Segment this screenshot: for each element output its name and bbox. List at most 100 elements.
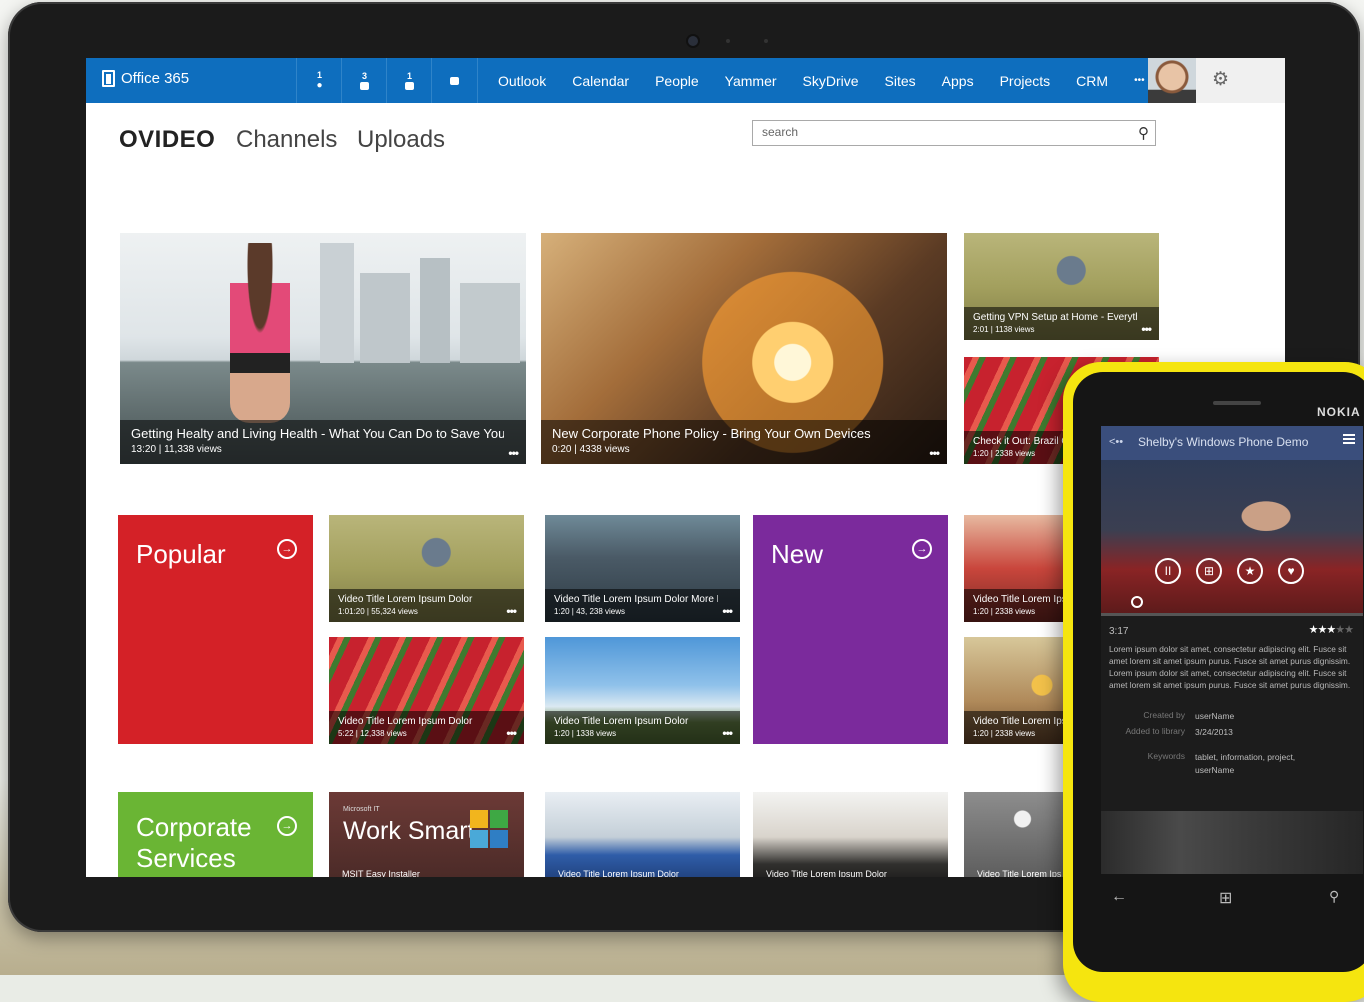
video-tile[interactable]: Microsoft IT Work Smart MSIT Easy Instal… xyxy=(329,792,524,877)
video-title: Video Title Lorem Ipsum Dolor More Long.… xyxy=(554,594,718,605)
mail-icon xyxy=(450,76,459,85)
video-title: New Corporate Phone Policy - Bring Your … xyxy=(552,426,871,441)
video-caption: Getting Healty and Living Health - What … xyxy=(120,420,526,464)
worksmart-title: Work Smart xyxy=(343,817,475,845)
chat-icon xyxy=(405,81,414,90)
video-title: MSIT Easy Installer xyxy=(342,869,420,877)
video-caption: New Corporate Phone Policy - Bring Your … xyxy=(541,420,947,464)
nav-skydrive[interactable]: SkyDrive xyxy=(803,73,859,89)
more-icon[interactable]: ••• xyxy=(506,604,517,618)
suite-bar: Office 365 1 ● 3 1 Outlook Calendar Peop… xyxy=(86,58,1285,103)
user-avatar[interactable] xyxy=(1148,58,1196,103)
search-icon[interactable]: ⚲ xyxy=(1329,888,1339,905)
video-tile[interactable]: Video Title Lorem Ipsum Dolor 5:22 | 12,… xyxy=(329,637,524,744)
alerts-notification[interactable]: 1 ● xyxy=(296,58,342,103)
category-label: Corporate Services xyxy=(136,812,252,873)
nav-calendar[interactable]: Calendar xyxy=(572,73,629,89)
related-video-thumbnail[interactable] xyxy=(1101,811,1363,874)
video-title: Getting VPN Setup at Home - Everything .… xyxy=(973,312,1137,323)
nav-outlook[interactable]: Outlook xyxy=(498,73,546,89)
video-meta: 1:20 | 43, 238 views xyxy=(554,607,626,616)
search-placeholder: search xyxy=(762,125,799,139)
more-icon[interactable]: ••• xyxy=(929,446,940,460)
chat-notification[interactable]: 1 xyxy=(386,58,432,103)
mail-notification[interactable] xyxy=(431,58,478,103)
tab-channels[interactable]: Channels xyxy=(236,126,337,154)
star-icon[interactable]: ★ xyxy=(1237,558,1263,584)
tab-uploads[interactable]: Uploads xyxy=(357,126,445,154)
category-corporate-services[interactable]: Corporate Services → xyxy=(118,792,313,877)
building xyxy=(460,283,520,363)
video-tile[interactable]: Video Title Lorem Ipsum Dolor More Long.… xyxy=(545,515,740,622)
settings-area: ⚙ xyxy=(1196,58,1285,103)
nav-apps[interactable]: Apps xyxy=(942,73,974,89)
video-tile[interactable]: Video Title Lorem Ipsum Dolor 1:01:20 | … xyxy=(329,515,524,622)
category-label: Popular xyxy=(136,539,226,569)
video-tile[interactable]: New Corporate Phone Policy - Bring Your … xyxy=(541,233,947,464)
video-tile[interactable]: Video Title Lorem Ipsum Dolor xyxy=(753,792,948,877)
video-title: Video Title Lorem Ips xyxy=(977,869,1062,877)
video-tile[interactable]: Video Title Lorem Ipsum Dolor 1:20 | 133… xyxy=(545,637,740,744)
menu-icon[interactable] xyxy=(1343,434,1355,444)
video-meta: 0:20 | 4338 views xyxy=(552,444,630,455)
building xyxy=(420,258,450,363)
video-title: Getting Healty and Living Health - What … xyxy=(131,426,504,441)
category-popular[interactable]: Popular → xyxy=(118,515,313,744)
category-new[interactable]: New → xyxy=(753,515,948,744)
search-input[interactable]: search ⚲ xyxy=(752,120,1156,146)
nav-more[interactable]: ••• xyxy=(1134,75,1145,86)
nav-people[interactable]: People xyxy=(655,73,699,89)
video-caption: Video Title Lorem Ipsum Dolor 1:01:20 | … xyxy=(329,589,524,622)
back-icon[interactable]: <•• xyxy=(1109,436,1123,448)
video-meta: 1:20 | 2338 views xyxy=(973,607,1036,616)
nav-projects[interactable]: Projects xyxy=(1000,73,1051,89)
camera xyxy=(688,36,698,46)
office365-brand[interactable]: Office 365 xyxy=(102,70,189,87)
grid-icon[interactable]: ⊞ xyxy=(1196,558,1222,584)
video-meta: 1:20 | 2338 views xyxy=(973,449,1036,458)
video-meta: 13:20 | 11,338 views xyxy=(131,444,222,455)
pause-icon[interactable]: II xyxy=(1155,558,1181,584)
gear-icon[interactable]: ⚙ xyxy=(1212,70,1230,89)
app-title[interactable]: OVIDEO xyxy=(119,126,215,154)
nav-yammer[interactable]: Yammer xyxy=(725,73,777,89)
phone-screen: <•• Shelby's Windows Phone Demo II ⊞ ★ ♥… xyxy=(1101,426,1363,874)
suite-nav: Outlook Calendar People Yammer SkyDrive … xyxy=(498,58,1171,103)
back-arrow-icon[interactable]: ← xyxy=(1111,888,1127,906)
arrow-right-icon: → xyxy=(277,816,297,836)
sensor-dot xyxy=(764,39,768,43)
notification-count: 3 xyxy=(361,70,367,81)
phone-video[interactable]: II ⊞ ★ ♥ xyxy=(1101,460,1363,616)
phone-title: Shelby's Windows Phone Demo xyxy=(1138,435,1309,449)
more-icon[interactable]: ••• xyxy=(506,726,517,740)
search-icon[interactable]: ⚲ xyxy=(1138,124,1149,142)
progress-bar[interactable] xyxy=(1101,613,1363,616)
meta-value: 3/24/2013 xyxy=(1195,727,1233,737)
phone-brand: NOKIA xyxy=(1317,405,1361,419)
heart-icon[interactable]: ♥ xyxy=(1278,558,1304,584)
progress-handle[interactable] xyxy=(1131,596,1143,608)
rating-empty: ★★ xyxy=(1335,624,1354,636)
rating-stars[interactable]: ★★★★★ xyxy=(1309,623,1354,636)
more-icon[interactable]: ••• xyxy=(508,446,519,460)
more-icon[interactable]: ••• xyxy=(1141,322,1152,336)
more-icon[interactable]: ••• xyxy=(722,726,733,740)
nav-sites[interactable]: Sites xyxy=(885,73,916,89)
notification-count: 1 xyxy=(316,69,322,80)
video-caption: Video Title Lorem Ipsum Dolor 1:20 | 133… xyxy=(545,711,740,744)
earpiece xyxy=(1213,401,1261,405)
phone-nav-bar: ← ⊞ ⚲ xyxy=(1101,878,1363,922)
windows-icon[interactable]: ⊞ xyxy=(1219,888,1232,908)
arrow-right-icon: → xyxy=(912,539,932,559)
video-tile[interactable]: Getting VPN Setup at Home - Everything .… xyxy=(964,233,1159,340)
brand-label: Office 365 xyxy=(121,70,190,87)
more-icon[interactable]: ••• xyxy=(722,604,733,618)
runner xyxy=(230,243,290,423)
video-tile[interactable]: Getting Healty and Living Health - What … xyxy=(120,233,526,464)
nav-crm[interactable]: CRM xyxy=(1076,73,1108,89)
calendar-notification[interactable]: 3 xyxy=(341,58,387,103)
video-duration: 3:17 xyxy=(1109,626,1129,637)
meta-key: Keywords xyxy=(1147,751,1185,761)
worksmart-logo-icon xyxy=(470,810,508,848)
video-tile[interactable]: Video Title Lorem Ipsum Dolor xyxy=(545,792,740,877)
